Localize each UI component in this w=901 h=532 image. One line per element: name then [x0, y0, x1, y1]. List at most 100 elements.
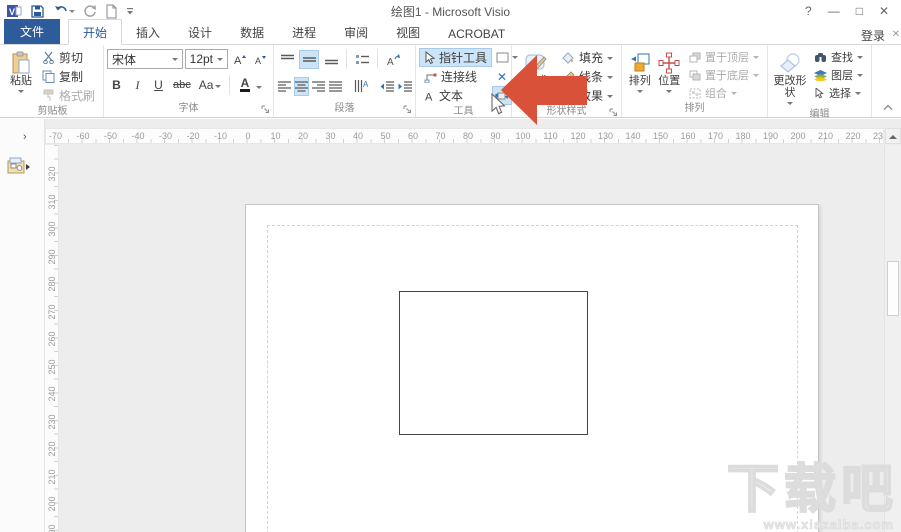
watermark-title: 下载吧	[726, 461, 898, 519]
format-painter-icon	[43, 89, 54, 101]
help-icon[interactable]: ?	[805, 4, 812, 18]
qat-customize-icon[interactable]	[126, 6, 134, 16]
group-paragraph: A A 段落	[274, 45, 416, 117]
group-button[interactable]: 组合	[684, 84, 764, 102]
bring-to-front-button[interactable]: 置于顶层	[684, 48, 764, 66]
tab-8[interactable]: ACROBAT	[434, 23, 519, 44]
change-case-button[interactable]: Aa	[196, 76, 225, 95]
tab-6[interactable]: 审阅	[330, 20, 382, 44]
paste-button[interactable]: 粘贴	[5, 47, 37, 105]
tab-file[interactable]: 文件	[4, 19, 61, 44]
layers-icon	[814, 69, 827, 81]
tab-1[interactable]: 开始	[68, 19, 123, 45]
text-tool-button[interactable]: A 文本	[419, 86, 492, 105]
shapes-sidebar-collapsed: ›	[0, 119, 45, 532]
scrollbar-thumb[interactable]	[887, 261, 899, 316]
h-ruler-label: 100	[515, 131, 531, 141]
v-ruler-label: 260	[47, 331, 57, 347]
underline-button[interactable]: U	[149, 76, 168, 95]
minimize-icon[interactable]: —	[828, 4, 840, 18]
h-ruler-label: -30	[158, 131, 172, 141]
shapes-window-button[interactable]	[7, 157, 31, 175]
group-label-paragraph: 段落	[277, 102, 412, 117]
v-ruler-label: 240	[47, 386, 57, 402]
sidebar-expand-chevron[interactable]: ›	[23, 131, 27, 143]
format-painter-button[interactable]: 格式刷	[37, 86, 100, 105]
bullets-icon[interactable]	[352, 50, 372, 69]
find-button[interactable]: 查找	[809, 48, 868, 66]
font-dialog-launcher[interactable]	[261, 105, 270, 118]
h-ruler-label: 10	[270, 131, 281, 141]
tab-4[interactable]: 数据	[226, 20, 278, 44]
paragraph-dialog-launcher[interactable]	[403, 105, 412, 118]
h-ruler-label: 30	[325, 131, 336, 141]
scroll-up-button[interactable]	[885, 128, 901, 144]
arrange-icon	[629, 51, 651, 75]
redo-icon[interactable]	[83, 4, 97, 18]
tab-5[interactable]: 进程	[278, 20, 330, 44]
h-ruler-label: 230	[872, 131, 883, 141]
bold-button[interactable]: B	[107, 76, 126, 95]
pointer-tool-button[interactable]: 指针工具	[419, 48, 493, 67]
sign-in-link[interactable]: 登录	[861, 27, 885, 44]
v-ruler-label: 280	[47, 276, 57, 292]
save-icon[interactable]	[30, 4, 45, 19]
cut-button[interactable]: 剪切	[37, 48, 100, 67]
increase-indent-icon[interactable]	[397, 77, 413, 96]
find-icon	[815, 52, 826, 62]
group-label-arrange: 排列	[684, 103, 705, 114]
strikethrough-button[interactable]: abc	[170, 76, 194, 95]
font-name-select[interactable]: 宋体	[107, 49, 183, 69]
v-ruler-label: 200	[47, 496, 57, 512]
italic-button[interactable]: I	[128, 76, 147, 95]
ribbon-collapse-icon[interactable]	[883, 100, 893, 114]
rotate-text-icon[interactable]: A	[383, 50, 403, 69]
small-close-icon[interactable]: ✕	[892, 29, 900, 40]
document-icon[interactable]	[105, 4, 118, 19]
change-shape-icon	[777, 51, 803, 75]
layers-button[interactable]: 图层	[809, 66, 868, 84]
increase-font-button[interactable]: A	[230, 50, 249, 69]
v-ruler-label: 220	[47, 441, 57, 457]
arrange-button[interactable]: 排列	[625, 47, 655, 102]
tab-3[interactable]: 设计	[174, 20, 226, 44]
vertical-text-icon[interactable]: A	[353, 77, 369, 96]
align-left-icon[interactable]	[277, 77, 292, 96]
tab-7[interactable]: 视图	[382, 20, 434, 44]
font-color-caret[interactable]	[256, 86, 263, 92]
h-ruler-label: -10	[213, 131, 227, 141]
select-button[interactable]: 选择	[809, 84, 868, 102]
v-ruler-label: 270	[47, 303, 57, 320]
align-middle-icon[interactable]	[299, 49, 319, 69]
group-label-clipboard: 剪贴板	[37, 106, 68, 117]
v-ruler-label: 320	[47, 166, 57, 182]
position-button[interactable]: 位置	[655, 47, 685, 102]
undo-icon[interactable]	[53, 4, 75, 18]
paste-icon	[11, 51, 31, 75]
connector-tool-button[interactable]: 连接线	[419, 67, 492, 86]
tab-row: 文件 开始 插入 设计 数据 进程 审阅 视图 ACROBAT 登录 ✕	[0, 19, 901, 45]
send-to-back-button[interactable]: 置于底层	[684, 66, 764, 84]
decrease-indent-icon[interactable]	[379, 77, 395, 96]
tab-2[interactable]: 插入	[122, 20, 174, 44]
rectangle-shape[interactable]	[399, 291, 588, 435]
align-top-icon[interactable]	[277, 50, 297, 69]
font-color-button[interactable]: A	[235, 76, 254, 95]
align-bottom-icon[interactable]	[321, 50, 341, 69]
watermark-url: www.xiazaiba.com	[763, 517, 894, 532]
svg-text:A: A	[234, 55, 242, 66]
visio-app-icon[interactable]: V	[6, 3, 22, 19]
close-icon[interactable]: ✕	[879, 4, 889, 18]
decrease-font-button[interactable]: A	[251, 50, 270, 69]
copy-button[interactable]: 复制	[37, 67, 100, 86]
align-center-icon[interactable]	[294, 76, 309, 96]
position-icon	[658, 51, 680, 75]
align-right-icon[interactable]	[311, 77, 326, 96]
v-ruler-label: 310	[47, 193, 57, 210]
group-clipboard: 粘贴 剪切 复制 格式刷 剪贴板	[2, 45, 104, 117]
justify-icon[interactable]	[328, 77, 343, 96]
font-size-select[interactable]: 12pt	[184, 49, 228, 69]
change-shape-button[interactable]: 更改形状	[771, 47, 809, 108]
maximize-icon[interactable]: □	[856, 4, 863, 18]
h-ruler-label: -20	[186, 131, 200, 141]
